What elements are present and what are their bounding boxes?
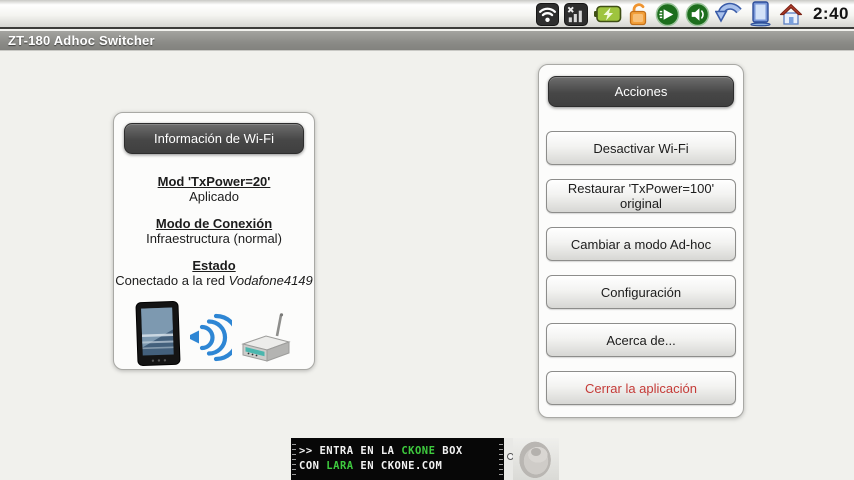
about-button[interactable]: Acerca de... xyxy=(546,323,736,357)
wifi-waves-icon xyxy=(186,312,232,368)
ad-text-box: >> ENTRA EN LA CKONE BOX CON LARA EN CKO… xyxy=(291,438,504,480)
connection-mode-label: Modo de Conexión xyxy=(114,216,314,231)
wifi-status-icon xyxy=(536,3,559,26)
state-value: Conectado a la red Vodafone4149 xyxy=(114,273,314,288)
ad-brand-ckone: CKONE xyxy=(401,445,435,457)
battery-charging-icon xyxy=(593,4,622,24)
signal-none-icon xyxy=(564,3,588,26)
speaker-loud-icon[interactable] xyxy=(655,2,680,27)
ad-model-photo xyxy=(513,438,559,480)
configuration-button[interactable]: Configuración xyxy=(546,275,736,309)
txpower-label: Mod 'TxPower=20' xyxy=(114,174,314,189)
screen: 2:40 ZT-180 Adhoc Switcher Información d… xyxy=(0,0,854,480)
txpower-value: Aplicado xyxy=(114,189,314,204)
ad-line-1: >> ENTRA EN LA CKONE BOX xyxy=(299,444,498,459)
state-section: Estado Conectado a la red Vodafone4149 xyxy=(114,258,314,288)
close-app-button[interactable]: Cerrar la aplicación xyxy=(546,371,736,405)
status-icons: 2:40 xyxy=(536,1,849,27)
restore-txpower-button[interactable]: Restaurar 'TxPower=100' original xyxy=(546,179,736,213)
tablet-icon xyxy=(134,300,182,368)
txpower-section: Mod 'TxPower=20' Aplicado xyxy=(114,174,314,204)
actions-header: Acciones xyxy=(548,76,734,107)
status-time: 2:40 xyxy=(813,4,849,24)
device-icon[interactable] xyxy=(748,1,773,27)
ad-line-2: CON LARA EN CKONE.COM xyxy=(299,459,498,474)
unlocked-icon xyxy=(627,2,650,26)
connection-mode-section: Modo de Conexión Infraestructura (normal… xyxy=(114,216,314,246)
state-label: Estado xyxy=(114,258,314,273)
back-icon[interactable] xyxy=(715,2,743,27)
switch-adhoc-button[interactable]: Cambiar a modo Ad-hoc xyxy=(546,227,736,261)
actions-panel: Acciones Desactivar Wi-Fi Restaurar 'TxP… xyxy=(538,64,744,418)
router-icon xyxy=(236,312,294,368)
wifi-info-body: Mod 'TxPower=20' Aplicado Modo de Conexi… xyxy=(114,174,314,288)
volume-icon[interactable] xyxy=(685,2,710,27)
status-bar: 2:40 xyxy=(0,0,854,29)
actions-buttons: Desactivar Wi-Fi Restaurar 'TxPower=100'… xyxy=(539,131,743,405)
title-bar: ZT-180 Adhoc Switcher xyxy=(0,31,854,51)
connection-illustration xyxy=(114,300,314,368)
app-title: ZT-180 Adhoc Switcher xyxy=(0,33,155,48)
connection-mode-value: Infraestructura (normal) xyxy=(114,231,314,246)
wifi-info-header: Información de Wi-Fi xyxy=(124,123,304,154)
ad-banner[interactable]: >> ENTRA EN LA CKONE BOX CON LARA EN CKO… xyxy=(291,438,559,480)
network-name: Vodafone4149 xyxy=(229,273,313,288)
wifi-info-card: Información de Wi-Fi Mod 'TxPower=20' Ap… xyxy=(113,112,315,370)
home-icon[interactable] xyxy=(778,2,804,26)
disable-wifi-button[interactable]: Desactivar Wi-Fi xyxy=(546,131,736,165)
ad-brand-lara: LARA xyxy=(326,460,353,472)
